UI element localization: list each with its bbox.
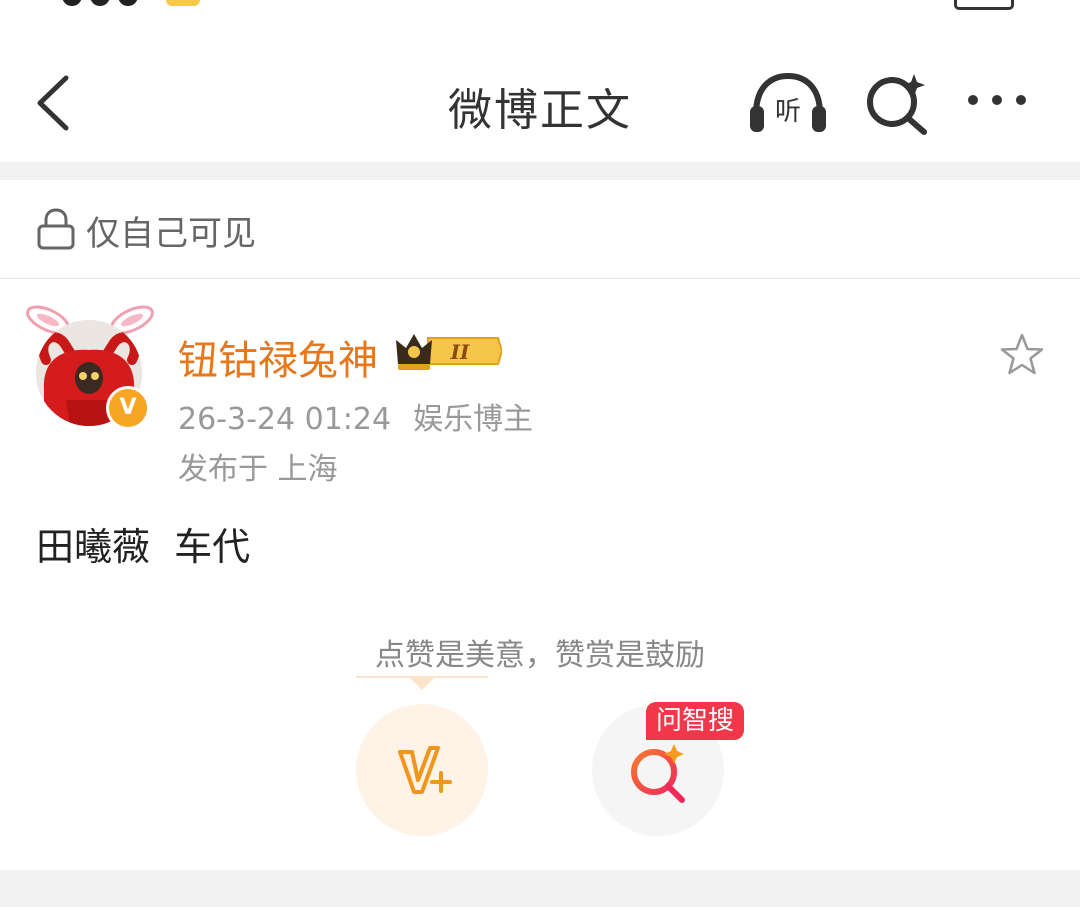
author-role: 娱乐博主 [413, 402, 534, 437]
author-name[interactable]: 钮钴禄兔神 [178, 328, 378, 386]
ai-search-icon[interactable] [864, 70, 932, 136]
crown-badge-icon[interactable]: II [394, 330, 502, 372]
avatar[interactable]: V [24, 298, 156, 432]
post-location: 发布于 上海 [178, 452, 338, 487]
status-pill [166, 0, 200, 6]
reward-prompt: 点赞是美意，赞赏是鼓励 [375, 638, 705, 673]
crown-level: II [450, 340, 470, 364]
post-timestamp: 26-3-24 01:24 [178, 402, 392, 437]
reward-button[interactable] [356, 704, 488, 836]
reward-arrow-icon [356, 676, 488, 690]
visibility-label: 仅自己可见 [86, 214, 256, 254]
listen-icon[interactable]: 听 [748, 70, 828, 134]
ask-search-icon [631, 744, 685, 803]
nav-bar: 微博正文 听 [0, 30, 1080, 162]
lock-icon [37, 208, 75, 250]
more-icon[interactable] [968, 90, 1044, 114]
status-dots [62, 0, 146, 10]
status-bar [0, 0, 1080, 30]
battery-icon [954, 0, 1014, 10]
verified-badge: V [106, 386, 150, 430]
listen-label: 听 [775, 97, 801, 127]
post-card: 仅自己可见 V 钮钴禄兔神 II 26-3-24 01:24 娱乐博主 发布于 … [0, 180, 1080, 870]
visibility-row: 仅自己可见 [0, 180, 1080, 279]
post-meta: 26-3-24 01:24 娱乐博主 [178, 394, 533, 438]
favorite-star-icon[interactable] [998, 332, 1046, 378]
reward-v-plus-icon [398, 746, 452, 794]
post-body: 田曦薇 车代 [36, 525, 251, 569]
ask-tag-badge: 问智搜 [646, 702, 745, 740]
